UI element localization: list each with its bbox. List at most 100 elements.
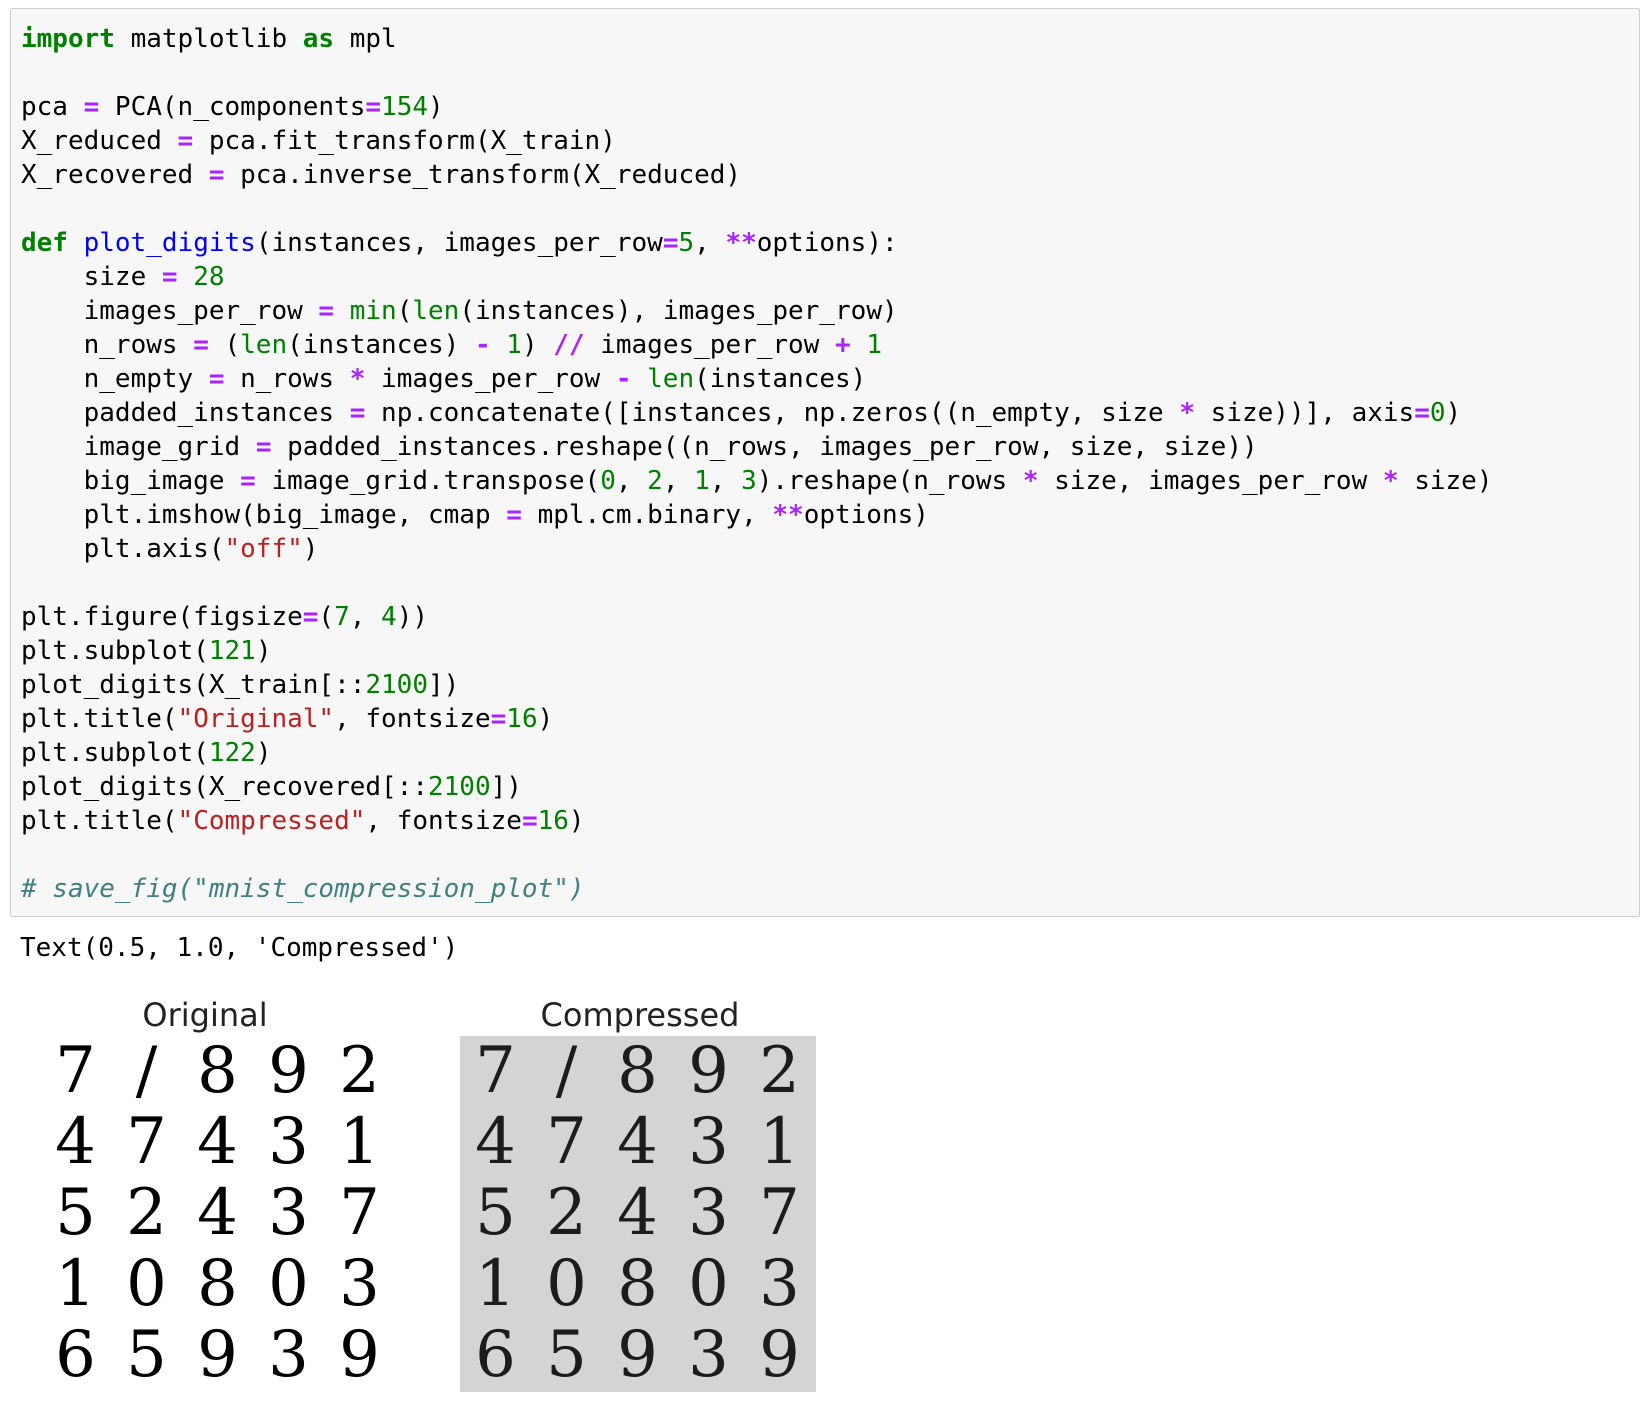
code-token: padded_instances.reshape((n_rows, images…: [271, 432, 1258, 462]
code-token: )): [396, 602, 429, 632]
code-token: options):: [756, 228, 898, 258]
code-line: plt.imshow(big_image, cmap = mpl.cm.bina…: [21, 498, 1492, 532]
compressed-digit: 0: [546, 1247, 587, 1321]
code-token: 1: [866, 330, 882, 360]
code-token: plt.title(: [21, 806, 178, 836]
plot-title-original: Original: [142, 996, 268, 1034]
code-token: (: [396, 296, 413, 326]
code-token: **: [772, 500, 804, 530]
code-token: ): [521, 330, 554, 360]
code-token: # save_fig("mnist_compression_plot"): [21, 874, 585, 904]
code-token: images_per_row: [584, 330, 836, 360]
code-editor[interactable]: import matplotlib as mpl pca = PCA(n_comp…: [21, 22, 1492, 906]
code-cell-input[interactable]: import matplotlib as mpl pca = PCA(n_comp…: [10, 8, 1640, 917]
compressed-digit: 3: [688, 1318, 729, 1392]
code-token: =: [349, 398, 366, 428]
code-token: -: [615, 364, 632, 394]
code-token: =: [255, 432, 272, 462]
compressed-digit: 8: [617, 1034, 658, 1108]
compressed-digit: 6: [475, 1318, 516, 1392]
code-line: image_grid = padded_instances.reshape((n…: [21, 430, 1492, 464]
code-token: big_image: [21, 466, 241, 496]
original-digit: 3: [268, 1105, 309, 1179]
code-token: 5: [678, 228, 695, 258]
code-token: *: [1022, 466, 1039, 496]
code-token: ]): [428, 670, 460, 700]
code-token: images_per_row: [21, 296, 319, 326]
code-token: 0: [1429, 398, 1446, 428]
code-line: def plot_digits(instances, images_per_ro…: [21, 226, 1492, 260]
code-token: 3: [741, 466, 757, 496]
code-line: plt.title("Compressed", fontsize=16): [21, 804, 1492, 838]
code-token: plt.title(: [21, 704, 178, 734]
original-digits-image: 7/8 9 2 4 7 4 3 1 5 2 4 3 7 1 0 8 0 3 6 5 9 3 9: [40, 1036, 396, 1392]
compressed-digit: 9: [617, 1318, 658, 1392]
original-digit: 1: [55, 1247, 96, 1321]
compressed-digit: 4: [475, 1105, 516, 1179]
code-token: plt.figure(figsize: [21, 602, 303, 632]
code-token: =: [490, 704, 507, 734]
code-token: plt.subplot(: [21, 636, 209, 666]
code-token: ,: [662, 466, 695, 496]
code-token: image_grid.transpose(: [255, 466, 601, 496]
original-digit: 9: [197, 1318, 238, 1392]
code-line: plt.subplot(122): [21, 736, 1492, 770]
code-token: ]): [490, 772, 522, 802]
code-token: (instances), images_per_row): [459, 296, 898, 326]
code-token: ,: [615, 466, 648, 496]
original-digit: 4: [55, 1105, 96, 1179]
code-token: plot_digits: [83, 228, 256, 258]
code-token: len: [412, 296, 460, 326]
compressed-digit: 4: [617, 1105, 658, 1179]
code-token: **: [725, 228, 757, 258]
code-line: # save_fig("mnist_compression_plot"): [21, 872, 1492, 906]
code-token: image_grid: [21, 432, 256, 462]
code-token: *: [1179, 398, 1196, 428]
code-token: len: [647, 364, 695, 394]
code-token: =: [240, 466, 256, 496]
code-token: 2100: [365, 670, 428, 700]
code-token: 2: [647, 466, 663, 496]
code-token: X_reduced: [21, 126, 178, 156]
code-token: X_recovered: [21, 160, 209, 190]
compressed-digit: 7: [546, 1105, 587, 1179]
code-line: plt.subplot(121): [21, 634, 1492, 668]
code-line: padded_instances = np.concatenate([insta…: [21, 396, 1492, 430]
compressed-digit: /: [555, 1034, 578, 1108]
code-line: big_image = image_grid.transpose(0, 2, 1…: [21, 464, 1493, 498]
code-token: "off": [224, 534, 303, 564]
compressed-digit: 9: [688, 1034, 729, 1108]
code-token: size))], axis: [1195, 398, 1415, 428]
cell-output-text: Text(0.5, 1.0, 'Compressed'): [20, 933, 459, 963]
original-digit: 3: [268, 1318, 309, 1392]
code-token: ): [302, 534, 319, 564]
original-digit: 6: [55, 1318, 96, 1392]
code-line: pca = PCA(n_components=154): [21, 90, 1492, 124]
code-token: n_rows: [21, 330, 194, 360]
code-token: =: [302, 602, 319, 632]
code-token: =: [521, 806, 538, 836]
original-digit: 8: [197, 1034, 238, 1108]
code-token: ): [428, 92, 444, 122]
code-token: n_empty: [21, 364, 209, 394]
original-digit: 7: [339, 1176, 380, 1250]
original-digit: /: [135, 1034, 158, 1108]
code-token: matplotlib: [114, 24, 303, 54]
code-token: ): [568, 806, 585, 836]
code-token: =: [193, 330, 209, 360]
code-token: , fontsize: [365, 806, 522, 836]
code-token: ): [1445, 398, 1462, 428]
code-token: ,: [694, 228, 726, 258]
code-line: plt.axis("off"): [21, 532, 1492, 566]
code-token: 2100: [428, 772, 491, 802]
code-token: 154: [381, 92, 429, 122]
code-token: (instances): [694, 364, 867, 394]
code-token: =: [506, 500, 522, 530]
original-digit: 4: [197, 1176, 238, 1250]
code-token: 122: [208, 738, 256, 768]
compressed-digit: 3: [688, 1176, 729, 1250]
code-line: size = 28: [21, 260, 1492, 294]
compressed-digit: 4: [617, 1176, 658, 1250]
